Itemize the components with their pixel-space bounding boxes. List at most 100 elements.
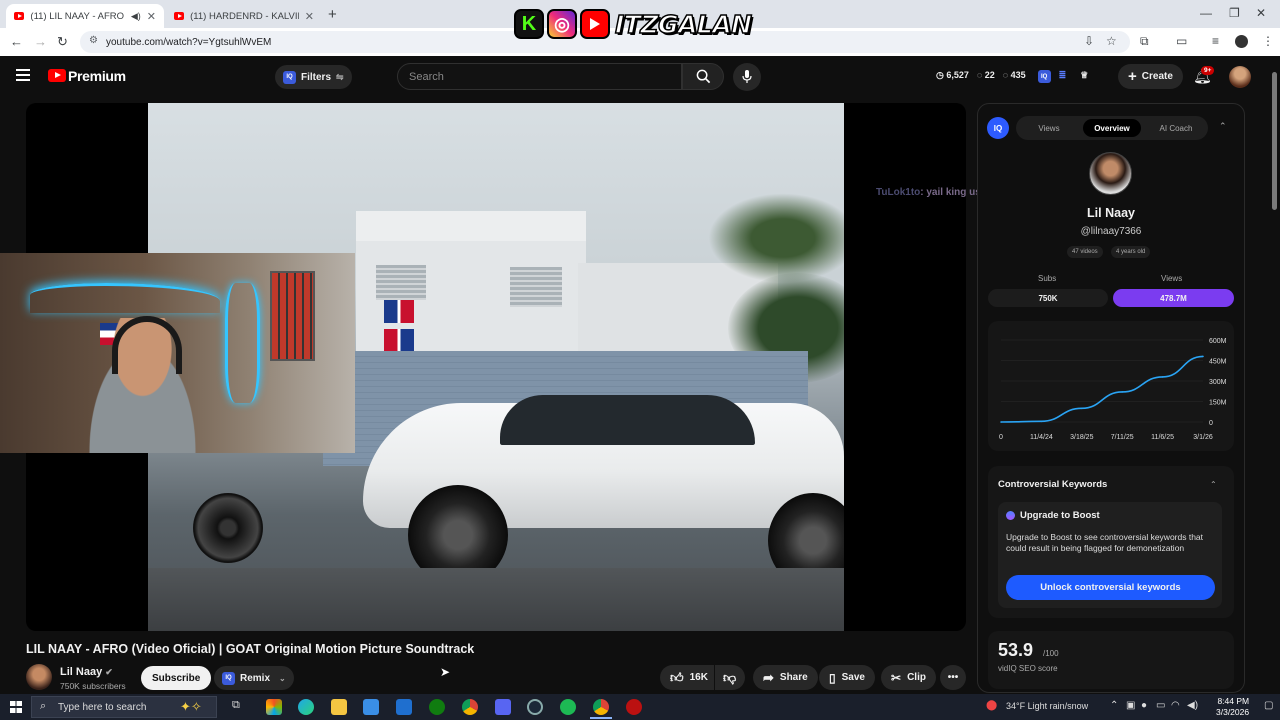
chat-icon: ◌ xyxy=(976,70,985,80)
list-icon[interactable]: ≣ xyxy=(1059,70,1067,83)
clock-time: 8:44 PM xyxy=(1217,696,1250,706)
vidiq-stats[interactable]: ◷ 6,527 ◌ 22 ◌ 435 IQ ≣ ♕ xyxy=(936,70,1088,83)
speaker-icon[interactable]: ◀) xyxy=(131,11,141,22)
hat-shelf xyxy=(270,271,315,361)
close-window-icon[interactable]: ✕ xyxy=(1256,6,1266,20)
browser-tab[interactable]: (11) HARDENRD - KALVIN KLEIN ✕ xyxy=(166,4,322,28)
person-icon: ◌ xyxy=(1002,70,1011,80)
notification-center-icon[interactable]: ▢ xyxy=(1264,700,1273,711)
vidiq-filters-button[interactable]: IQ Filters ⇋ xyxy=(275,65,352,89)
chrome-icon[interactable] xyxy=(462,699,478,715)
restore-icon[interactable]: ❐ xyxy=(1229,6,1240,20)
mail-icon[interactable] xyxy=(396,699,412,715)
views-toggle[interactable]: 478.7M xyxy=(1113,289,1234,307)
forward-icon[interactable]: → xyxy=(34,34,47,49)
profile-avatar[interactable] xyxy=(1235,35,1248,48)
weather-widget[interactable]: 34°F Light rain/snow xyxy=(1006,701,1088,711)
cast-icon[interactable]: ▭ xyxy=(1176,34,1187,48)
minimize-icon[interactable]: — xyxy=(1200,6,1212,20)
system-clock[interactable]: 8:44 PM 3/3/2026 xyxy=(1216,696,1249,718)
channel-avatar[interactable] xyxy=(1089,152,1132,195)
tab-overview[interactable]: Overview xyxy=(1083,119,1141,137)
tray-chevron-icon[interactable]: ⌃ xyxy=(1110,700,1118,711)
media-icon[interactable]: ≡ xyxy=(1212,34,1219,48)
chart-y-tick-label: 300M xyxy=(1209,379,1227,386)
task-view-icon[interactable]: ⧉ xyxy=(232,699,248,715)
unlock-keywords-button[interactable]: Unlock controversial keywords xyxy=(1006,575,1215,600)
page-scrollbar[interactable] xyxy=(1272,72,1277,210)
remix-button[interactable]: IQ Remix ⌄ xyxy=(214,666,294,690)
share-button[interactable]: ➦ Share xyxy=(753,665,818,690)
dislike-button[interactable]: 👎︎ xyxy=(715,665,745,690)
trophy-icon[interactable]: ♕ xyxy=(1080,70,1088,83)
search-placeholder: Search xyxy=(409,70,444,83)
channel-name[interactable]: Lil Naay ✔ xyxy=(60,666,113,678)
chart-x-tick-label: 3/1/26 xyxy=(1193,434,1213,441)
comments-stat: ◌ 22 xyxy=(976,70,995,80)
tab-views[interactable]: Views xyxy=(1026,119,1072,137)
account-avatar[interactable] xyxy=(1229,66,1251,88)
create-button[interactable]: + Create xyxy=(1118,64,1183,89)
subs-toggle[interactable]: 750K xyxy=(988,289,1108,307)
youtube-logo-icon[interactable] xyxy=(48,69,66,82)
tab-close-icon[interactable]: ✕ xyxy=(305,10,314,23)
reload-icon[interactable]: ↻ xyxy=(57,34,68,50)
wifi-icon[interactable]: ◠ xyxy=(1171,700,1180,711)
windows-start-icon[interactable] xyxy=(10,701,22,713)
mouse-cursor-icon: ➤ xyxy=(440,665,451,679)
extensions-icon[interactable]: ⧉ xyxy=(1140,34,1149,49)
xbox-icon[interactable] xyxy=(429,699,445,715)
search-input[interactable]: Search xyxy=(397,63,682,90)
subscribe-button[interactable]: Subscribe xyxy=(141,666,212,690)
tray-app-icon[interactable]: ▣ xyxy=(1126,700,1135,711)
site-info-icon[interactable]: ⚙ xyxy=(89,35,98,46)
panel-channel-name: Lil Naay xyxy=(1087,206,1135,220)
install-icon[interactable]: ⇩ xyxy=(1084,34,1094,48)
collapse-panel-icon[interactable]: ⌃ xyxy=(1219,121,1227,132)
videos-count-chip: 47 videos xyxy=(1067,246,1103,258)
collapse-section-icon[interactable]: ⌃ xyxy=(1210,480,1217,489)
house-roof xyxy=(356,211,586,241)
discord-icon[interactable] xyxy=(495,699,511,715)
taskbar-search-input[interactable]: ⌕ Type here to search ✦✧ xyxy=(31,696,217,718)
file-explorer-icon[interactable] xyxy=(331,699,347,715)
network-icon[interactable]: ▭ xyxy=(1156,700,1165,711)
edge-icon[interactable] xyxy=(298,699,314,715)
bookmark-icon: ▯ xyxy=(829,670,836,685)
vidiq-logo-icon[interactable]: IQ xyxy=(987,117,1009,139)
youtube-icon xyxy=(580,9,610,39)
youtube-premium-logo[interactable]: Premium xyxy=(68,68,126,84)
microphone-icon[interactable]: ● xyxy=(1141,700,1147,711)
new-tab-icon[interactable]: + xyxy=(328,6,337,23)
search-button[interactable] xyxy=(682,63,724,90)
more-icon: ••• xyxy=(947,672,959,683)
notification-alert-icon[interactable]: ⬤ xyxy=(986,700,997,711)
url-text: youtube.com/watch?v=YgtsuhlWvEM xyxy=(106,36,272,48)
more-actions-button[interactable]: ••• xyxy=(940,665,966,690)
store-icon[interactable] xyxy=(363,699,379,715)
youtube-favicon-icon xyxy=(14,12,25,20)
volume-icon[interactable]: ◀) xyxy=(1187,700,1198,711)
suv-windows xyxy=(500,395,755,445)
voice-search-button[interactable] xyxy=(733,63,761,91)
clip-button[interactable]: ✂ Clip xyxy=(881,665,936,690)
channel-avatar[interactable] xyxy=(26,664,52,690)
browser-tab-active[interactable]: (11) LIL NAAY - AFRO (Video Oficial) ◀) … xyxy=(6,4,164,28)
like-button[interactable]: 👍︎ 16K xyxy=(660,665,714,690)
chrome-active-icon[interactable] xyxy=(593,699,609,715)
tab-ai-coach[interactable]: AI Coach xyxy=(1150,119,1202,137)
obs-icon[interactable] xyxy=(626,699,642,715)
back-icon[interactable]: ← xyxy=(10,34,23,49)
vidiq-icon[interactable]: IQ xyxy=(1037,70,1051,83)
seo-score-value: 53.9 xyxy=(998,640,1034,660)
chart-data-point xyxy=(1121,391,1123,393)
steam-icon[interactable] xyxy=(527,699,543,715)
copilot-icon[interactable] xyxy=(266,699,282,715)
hamburger-menu-icon[interactable] xyxy=(16,69,30,81)
chart-series-line xyxy=(1000,355,1204,423)
menu-icon[interactable]: ⋮ xyxy=(1262,34,1274,48)
bookmark-star-icon[interactable]: ☆ xyxy=(1106,34,1117,48)
spotify-icon[interactable] xyxy=(560,699,576,715)
tab-close-icon[interactable]: ✕ xyxy=(147,10,156,23)
save-button[interactable]: ▯ Save xyxy=(819,665,875,690)
